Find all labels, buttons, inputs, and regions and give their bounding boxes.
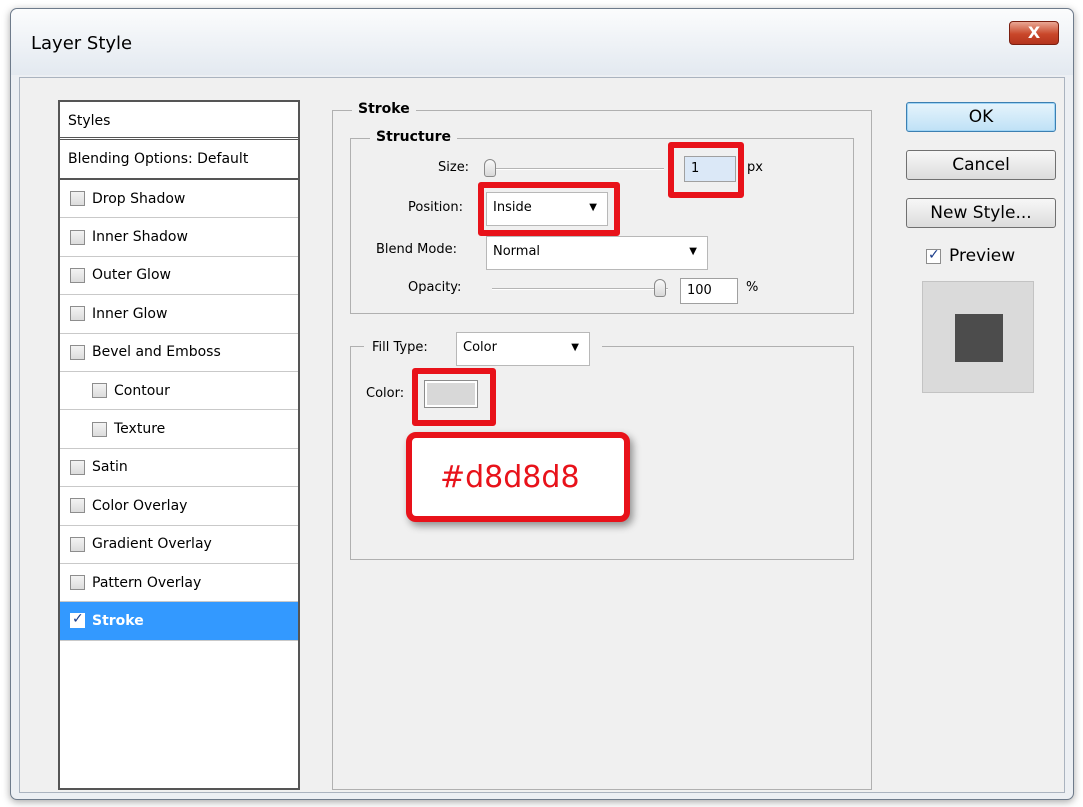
blend-mode-value: Normal [493, 244, 541, 259]
dialog-title: Layer Style [31, 33, 133, 54]
fill-type-value: Color [463, 340, 497, 355]
chevron-down-icon: ▼ [689, 246, 697, 257]
blend-mode-select[interactable]: Normal ▼ [486, 236, 708, 270]
opacity-unit: % [746, 280, 759, 295]
close-button[interactable]: X [1009, 21, 1059, 45]
style-item-contour[interactable]: Contour [60, 372, 298, 411]
size-label: Size: [438, 160, 470, 175]
pattern-overlay-checkbox[interactable] [70, 575, 85, 591]
layer-style-dialog: Layer Style X Styles Blending Options: D… [10, 8, 1074, 800]
color-label: Color: [366, 386, 405, 401]
style-preview [922, 281, 1034, 393]
styles-list: Styles Blending Options: Default Drop Sh… [58, 100, 300, 790]
style-item-label: Gradient Overlay [92, 536, 212, 553]
style-item-label: Color Overlay [92, 497, 188, 514]
opacity-label: Opacity: [408, 280, 462, 295]
style-item-label: Bevel and Emboss [92, 344, 221, 361]
style-item-outer-glow[interactable]: Outer Glow [60, 257, 298, 296]
opacity-slider-track[interactable] [492, 288, 668, 290]
color-overlay-checkbox[interactable] [70, 498, 85, 514]
inner-glow-checkbox[interactable] [70, 306, 85, 322]
style-item-drop-shadow[interactable]: Drop Shadow [60, 180, 298, 219]
outer-glow-checkbox[interactable] [70, 267, 85, 283]
opacity-input[interactable]: 100 [680, 278, 738, 304]
bevel-emboss-checkbox[interactable] [70, 344, 85, 360]
drop-shadow-checkbox[interactable] [70, 191, 85, 207]
check-icon: ✓ [928, 246, 940, 263]
style-item-label: Pattern Overlay [92, 574, 202, 591]
style-item-satin[interactable]: Satin [60, 449, 298, 488]
satin-checkbox[interactable] [70, 459, 85, 475]
preview-thumbnail [955, 314, 1003, 362]
style-item-label: Texture [114, 421, 166, 438]
style-item-inner-shadow[interactable]: Inner Shadow [60, 218, 298, 257]
style-item-pattern-overlay[interactable]: Pattern Overlay [60, 564, 298, 603]
style-item-label: Outer Glow [92, 267, 171, 284]
opacity-slider-thumb[interactable] [654, 279, 666, 297]
styles-header[interactable]: Styles [60, 102, 298, 140]
texture-checkbox[interactable] [92, 421, 107, 437]
size-slider-track[interactable] [492, 168, 664, 170]
chevron-down-icon: ▼ [571, 342, 579, 353]
fill-type-label: Fill Type: [372, 340, 428, 355]
style-item-color-overlay[interactable]: Color Overlay [60, 487, 298, 526]
inner-shadow-checkbox[interactable] [70, 229, 85, 245]
style-item-label: Inner Shadow [92, 229, 188, 246]
style-item-label: Contour [114, 382, 170, 399]
style-item-gradient-overlay[interactable]: Gradient Overlay [60, 526, 298, 564]
blending-options-item[interactable]: Blending Options: Default [60, 140, 298, 180]
preview-checkbox[interactable]: ✓ [926, 246, 941, 264]
preview-toggle[interactable]: ✓ Preview [926, 246, 1015, 266]
style-item-texture[interactable]: Texture [60, 410, 298, 449]
style-item-label: Drop Shadow [92, 190, 186, 207]
style-item-label: Inner Glow [92, 305, 168, 322]
color-highlight [412, 368, 496, 426]
size-slider-thumb[interactable] [484, 159, 496, 177]
contour-checkbox[interactable] [92, 383, 107, 399]
dialog-body: Styles Blending Options: Default Drop Sh… [19, 77, 1065, 793]
new-style-button[interactable]: New Style... [906, 198, 1056, 228]
blend-mode-label: Blend Mode: [376, 242, 457, 257]
structure-group-title: Structure [370, 129, 458, 145]
title-bar: Layer Style X [11, 9, 1073, 75]
style-item-inner-glow[interactable]: Inner Glow [60, 295, 298, 334]
stroke-group-title: Stroke [352, 101, 416, 117]
position-highlight [478, 182, 620, 236]
style-item-label: Stroke [92, 612, 144, 629]
ok-button[interactable]: OK [906, 102, 1056, 132]
style-item-label: Satin [92, 459, 128, 476]
gradient-overlay-checkbox[interactable] [70, 536, 85, 552]
size-highlight [668, 142, 744, 198]
position-label: Position: [408, 200, 463, 215]
style-item-bevel-emboss[interactable]: Bevel and Emboss [60, 334, 298, 372]
size-unit: px [747, 160, 763, 175]
stroke-checkbox[interactable]: ✓ [70, 611, 85, 629]
preview-label: Preview [949, 246, 1016, 266]
check-icon: ✓ [72, 611, 84, 628]
color-hex-callout: #d8d8d8 [406, 432, 630, 522]
fill-type-select[interactable]: Color ▼ [456, 332, 590, 366]
style-item-stroke[interactable]: ✓ Stroke [60, 602, 298, 641]
cancel-button[interactable]: Cancel [906, 150, 1056, 180]
